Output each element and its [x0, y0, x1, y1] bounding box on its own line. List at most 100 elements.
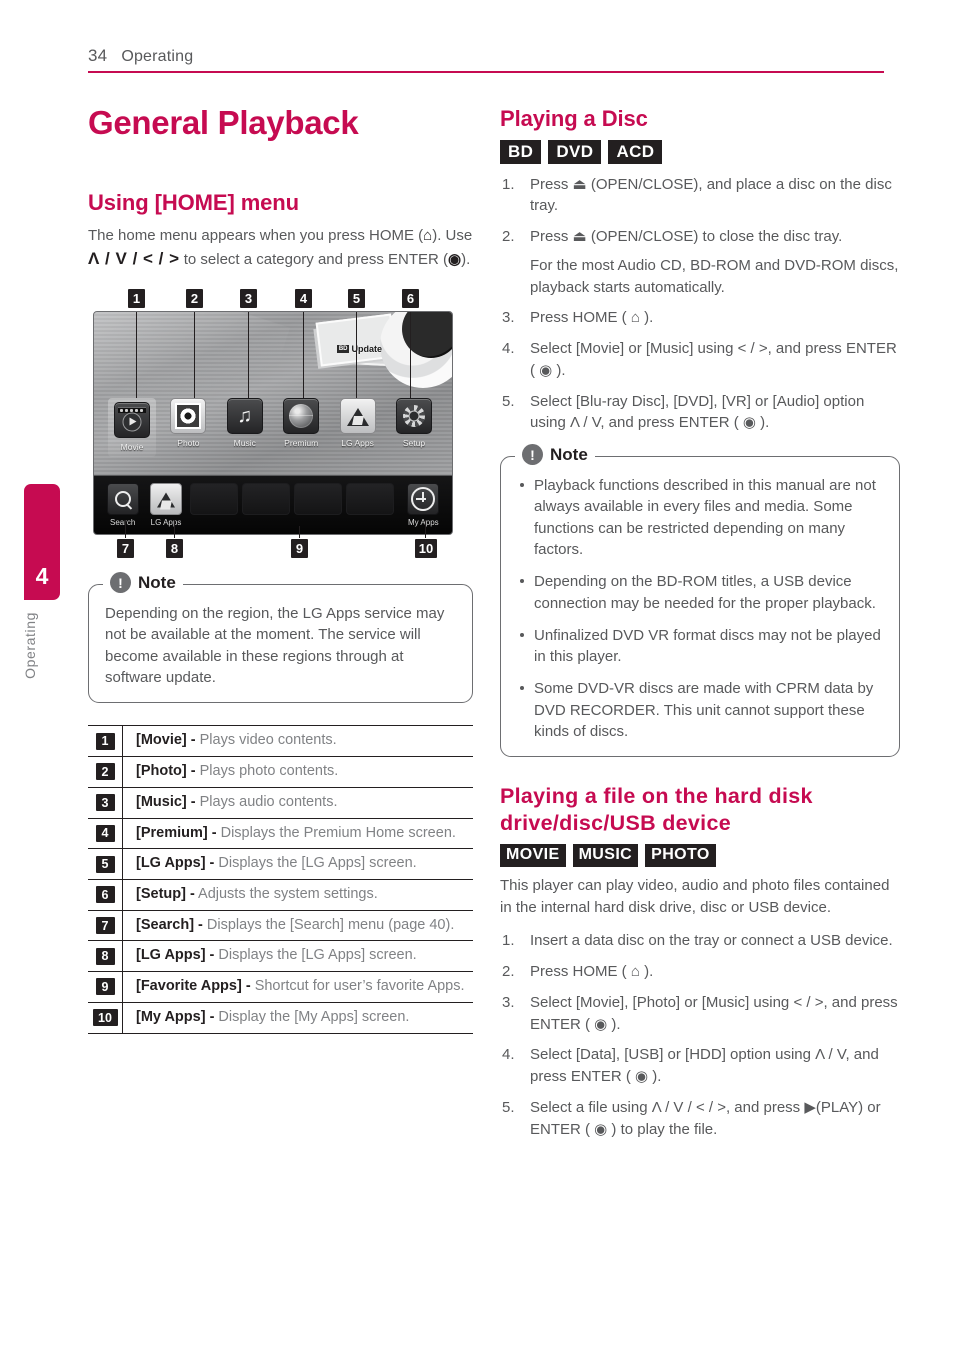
- legend-number: 9: [95, 978, 115, 996]
- dock-slot-empty-2[interactable]: [241, 483, 290, 516]
- legend-desc: Display the [My Apps] screen.: [214, 1008, 410, 1025]
- legend-term: [Favorite Apps] -: [136, 978, 251, 995]
- step-item: Select [Blu-ray Disc], [DVD], [VR] or [A…: [502, 391, 865, 432]
- legend-text-cell: [Photo] - Plays photo contents.: [123, 757, 473, 787]
- table-row: 8 [LG Apps] - Displays the [LG Apps] scr…: [88, 941, 473, 973]
- home-icon: ⌂: [423, 226, 433, 244]
- list-item: Some DVD-VR discs are made with CPRM dat…: [517, 678, 883, 742]
- callout-4: 4: [295, 289, 312, 309]
- legend-text-cell: [Premium] - Displays the Premium Home sc…: [123, 819, 473, 849]
- note-box-playback: ! Note Playback functions described in t…: [500, 444, 900, 758]
- lg-apps-icon: [149, 483, 182, 516]
- step-item: Press HOME ( ⌂ ).: [502, 961, 654, 983]
- badge-acd: ACD: [608, 139, 663, 164]
- step-item: Press HOME ( ⌂ ).: [502, 307, 654, 329]
- chapter-tab-label: Operating: [22, 612, 38, 679]
- legend-number: 6: [95, 886, 115, 904]
- playing-a-disc-steps-cont: Press HOME ( ⌂ ). Select [Movie] or [Mus…: [500, 307, 900, 434]
- table-row: 10 [My Apps] - Display the [My Apps] scr…: [88, 1002, 473, 1034]
- home-dock-bar: Search LG Apps My Apps: [94, 475, 452, 535]
- home-dock-row: Search LG Apps My Apps: [94, 476, 452, 527]
- legend-text-cell: [Search] - Displays the [Search] menu (p…: [123, 911, 473, 941]
- leader-line-3: [248, 312, 249, 399]
- home-item-movie[interactable]: Movie: [108, 398, 156, 458]
- leader-line-7: [125, 520, 126, 539]
- dock-slot-empty-4[interactable]: [345, 483, 394, 516]
- leader-line-10: [425, 520, 426, 539]
- home-item-premium[interactable]: Premium: [277, 398, 325, 448]
- legend-text-cell: [Movie] - Plays video contents.: [123, 726, 473, 756]
- note-box-lg-apps-region: ! Note Depending on the region, the LG A…: [88, 572, 473, 704]
- legend-number: 8: [95, 947, 115, 965]
- leader-line-1: [136, 312, 137, 399]
- note-bullet-list: Playback functions described in this man…: [517, 475, 883, 742]
- legend-desc: Displays the Premium Home screen.: [216, 824, 456, 841]
- table-row: 6 [Setup] - Adjusts the system settings.: [88, 879, 473, 911]
- legend-term: [Music] -: [136, 793, 196, 810]
- plus-shape: [411, 487, 436, 512]
- callout-6: 6: [402, 289, 419, 309]
- lg-apps-icon: [339, 398, 376, 435]
- page-title: General Playback: [88, 104, 359, 141]
- dock-label-lg-apps: LG Apps: [150, 518, 182, 528]
- callouts-bottom: 7 8 9 10: [88, 520, 456, 560]
- home-item-photo[interactable]: Photo: [164, 398, 212, 448]
- callout-2: 2: [186, 289, 203, 309]
- table-row: 9 [Favorite Apps] - Shortcut for user’s …: [88, 972, 473, 1003]
- dock-slot-empty-3[interactable]: [293, 483, 342, 516]
- note-title: Note: [138, 572, 176, 592]
- home-item-setup[interactable]: Setup: [390, 398, 438, 448]
- heading-using-home-menu: Using [HOME] menu: [88, 190, 299, 216]
- plus-circle-icon: [407, 483, 440, 516]
- left-column: General Playback Using [HOME] menu The h…: [88, 104, 473, 1034]
- list-item: Depending on the BD-ROM titles, a USB de…: [517, 571, 883, 614]
- step-item: Select [Data], [USB] or [HDD] option usi…: [502, 1044, 879, 1086]
- home-item-label-movie: Movie: [120, 442, 144, 453]
- legend-term: [Setup] -: [136, 885, 195, 902]
- legend-number-cell: 10: [88, 1002, 123, 1033]
- step-2-substep: For the most Audio CD, BD-ROM and DVD-RO…: [530, 256, 899, 296]
- legend-number-cell: 6: [88, 879, 123, 910]
- dock-item-lg-apps[interactable]: LG Apps: [147, 483, 184, 527]
- heading-playing-a-file-line2: drive/disc/USB device: [500, 811, 731, 836]
- home-menu-legend-table: 1 [Movie] - Plays video contents. 2 [Pho…: [88, 725, 473, 1034]
- badge-photo: PHOTO: [645, 844, 716, 867]
- home-item-lg-apps[interactable]: LG Apps: [334, 398, 382, 448]
- legend-number-cell: 5: [88, 849, 123, 879]
- legend-desc: Plays video contents.: [195, 732, 337, 749]
- legend-desc: Shortcut for user’s favorite Apps.: [250, 978, 465, 995]
- legend-desc: Plays photo contents.: [195, 763, 339, 780]
- empty-slot-shape: [293, 483, 342, 516]
- home-item-music[interactable]: ♫ Music: [221, 398, 269, 448]
- lg-apps-triangle-shape: [156, 492, 175, 508]
- flower-shape: [175, 403, 202, 430]
- step-item: Press ⏏ (OPEN/CLOSE), and place a disc o…: [502, 174, 892, 215]
- badge-bd: BD: [500, 139, 542, 164]
- legend-term: [Photo] -: [136, 763, 196, 780]
- legend-text-cell: [My Apps] - Display the [My Apps] screen…: [123, 1003, 473, 1033]
- legend-number-cell: 1: [88, 726, 123, 757]
- photo-icon: [170, 398, 207, 435]
- table-row: 4 [Premium] - Displays the Premium Home …: [88, 818, 473, 850]
- legend-desc: Displays the [Search] menu (page 40).: [202, 916, 455, 933]
- magnifier-shape: [111, 487, 134, 510]
- legend-number: 2: [95, 763, 115, 781]
- home-item-label-premium: Premium: [284, 438, 319, 449]
- legend-number: 4: [95, 824, 115, 842]
- empty-slot-shape: [241, 483, 290, 516]
- music-note-shape: ♫: [237, 405, 253, 428]
- page-number: 34: [88, 46, 108, 65]
- exclamation-icon: !: [110, 572, 131, 594]
- dock-item-search[interactable]: Search: [104, 483, 141, 527]
- callout-7: 7: [117, 539, 134, 559]
- playing-a-file-steps: Insert a data disc on the tray or connec…: [500, 930, 900, 1140]
- dock-item-my-apps[interactable]: My Apps: [405, 483, 442, 527]
- page-header: 34 Operating: [88, 46, 884, 73]
- table-row: 2 [Photo] - Plays photo contents.: [88, 757, 473, 788]
- dock-slot-empty-1[interactable]: [189, 483, 238, 516]
- chapter-tab-number: 4: [35, 563, 49, 589]
- legend-term: [Search] -: [136, 916, 203, 933]
- table-row: 5 [LG Apps] - Displays the [LG Apps] scr…: [88, 849, 473, 880]
- intro-part1: The home menu appears when you press HOM…: [88, 226, 424, 244]
- chapter-tab: 4: [24, 484, 60, 600]
